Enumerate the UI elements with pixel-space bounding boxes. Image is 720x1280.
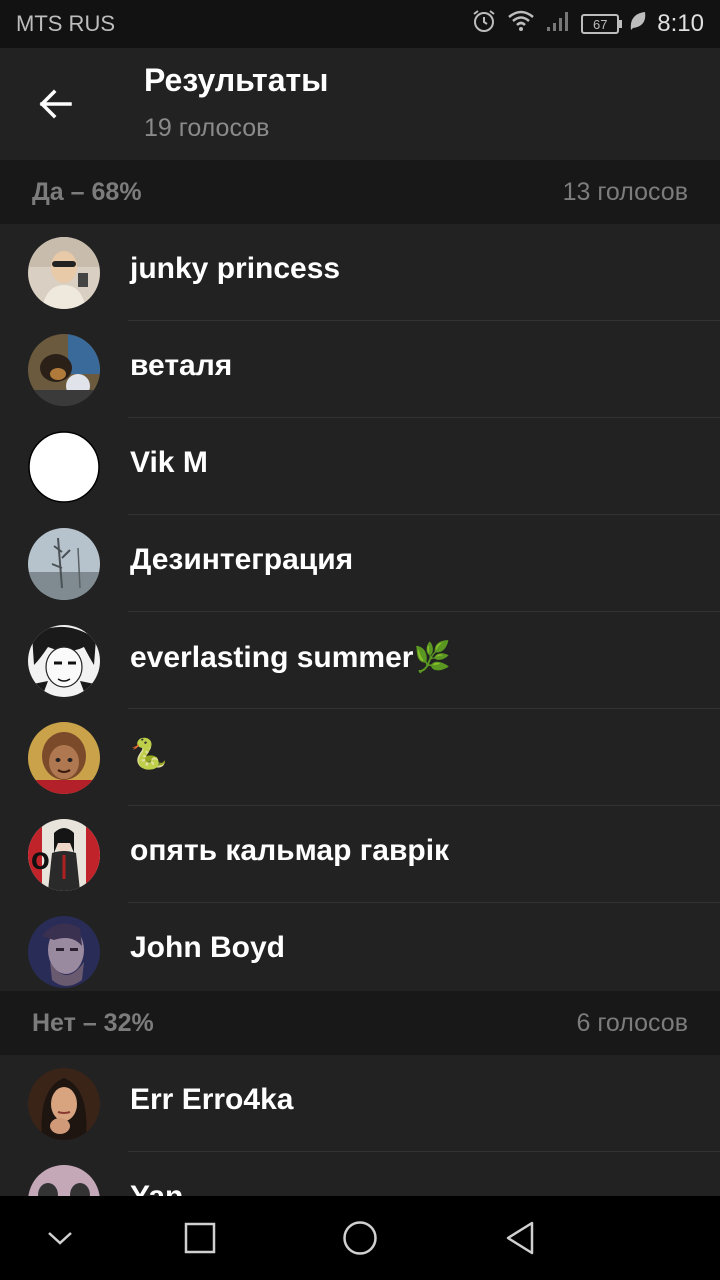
arrow-left-icon bbox=[39, 89, 72, 119]
voter-row[interactable]: Дезинтеграция bbox=[0, 515, 720, 612]
battery-icon: 67 bbox=[581, 14, 623, 34]
avatar bbox=[28, 334, 100, 406]
voter-row[interactable]: John Boyd bbox=[0, 903, 720, 991]
avatar bbox=[28, 916, 100, 988]
voter-name: John Boyd bbox=[130, 931, 285, 964]
system-nav-bar bbox=[0, 1196, 720, 1280]
avatar bbox=[28, 722, 100, 794]
voter-name: 🐍 bbox=[130, 738, 168, 771]
option-votes: 6 голосов bbox=[576, 1008, 688, 1037]
option-votes: 13 голосов bbox=[562, 177, 688, 206]
voter-name: Дезинтеграция bbox=[130, 543, 354, 576]
page-title: Результаты bbox=[144, 62, 329, 98]
hide-keyboard-button[interactable] bbox=[30, 1212, 90, 1264]
voter-name: junky princess bbox=[130, 252, 341, 285]
voter-row[interactable]: Err Erro4ka bbox=[0, 1055, 720, 1152]
avatar bbox=[28, 237, 100, 309]
page-subtitle: 19 голосов bbox=[144, 114, 270, 142]
signal-icon bbox=[545, 9, 571, 39]
app-bar: Результаты 19 голосов bbox=[0, 48, 720, 160]
avatar bbox=[28, 625, 100, 697]
status-icons: 67 8:10 bbox=[471, 8, 704, 40]
recents-button[interactable] bbox=[170, 1212, 230, 1264]
avatar bbox=[28, 528, 100, 600]
avatar bbox=[28, 1068, 100, 1140]
home-button[interactable] bbox=[330, 1212, 390, 1264]
wifi-icon bbox=[507, 9, 535, 39]
voter-name: веталя bbox=[130, 349, 233, 382]
voter-name: опять кальмар гаврік bbox=[130, 834, 450, 867]
voter-name: everlasting summer🌿 bbox=[130, 641, 451, 674]
chevron-down-icon bbox=[48, 1232, 72, 1245]
voter-name: Err Erro4ka bbox=[130, 1083, 294, 1116]
alarm-icon bbox=[471, 8, 497, 40]
leaf-icon bbox=[629, 10, 647, 38]
voter-row[interactable]: junky princess bbox=[0, 224, 720, 321]
svg-text:O: O bbox=[31, 850, 50, 875]
voter-name: Vik M bbox=[130, 446, 208, 479]
voter-row[interactable]: 🐍 bbox=[0, 709, 720, 806]
square-icon bbox=[184, 1222, 216, 1254]
back-button[interactable] bbox=[20, 76, 90, 132]
voter-row[interactable]: Vik M bbox=[0, 418, 720, 515]
option-header-yes: Да – 68% 13 голосов bbox=[0, 160, 720, 224]
voter-row[interactable]: O опять кальмар гаврік bbox=[0, 806, 720, 903]
voter-row[interactable]: веталя bbox=[0, 321, 720, 418]
option-header-no: Нет – 32% 6 голосов bbox=[0, 991, 720, 1055]
clock: 8:10 bbox=[657, 10, 704, 37]
status-bar: MTS RUS 67 8:10 bbox=[0, 0, 720, 48]
voter-row[interactable]: everlasting summer🌿 bbox=[0, 612, 720, 709]
option-label: Да – 68% bbox=[32, 177, 142, 206]
triangle-back-icon bbox=[506, 1221, 534, 1255]
avatar bbox=[28, 431, 100, 503]
option-label: Нет – 32% bbox=[32, 1008, 154, 1037]
avatar: O bbox=[28, 819, 100, 891]
circle-icon bbox=[343, 1221, 377, 1255]
back-nav-button[interactable] bbox=[490, 1212, 550, 1264]
carrier-label: MTS RUS bbox=[16, 11, 115, 36]
